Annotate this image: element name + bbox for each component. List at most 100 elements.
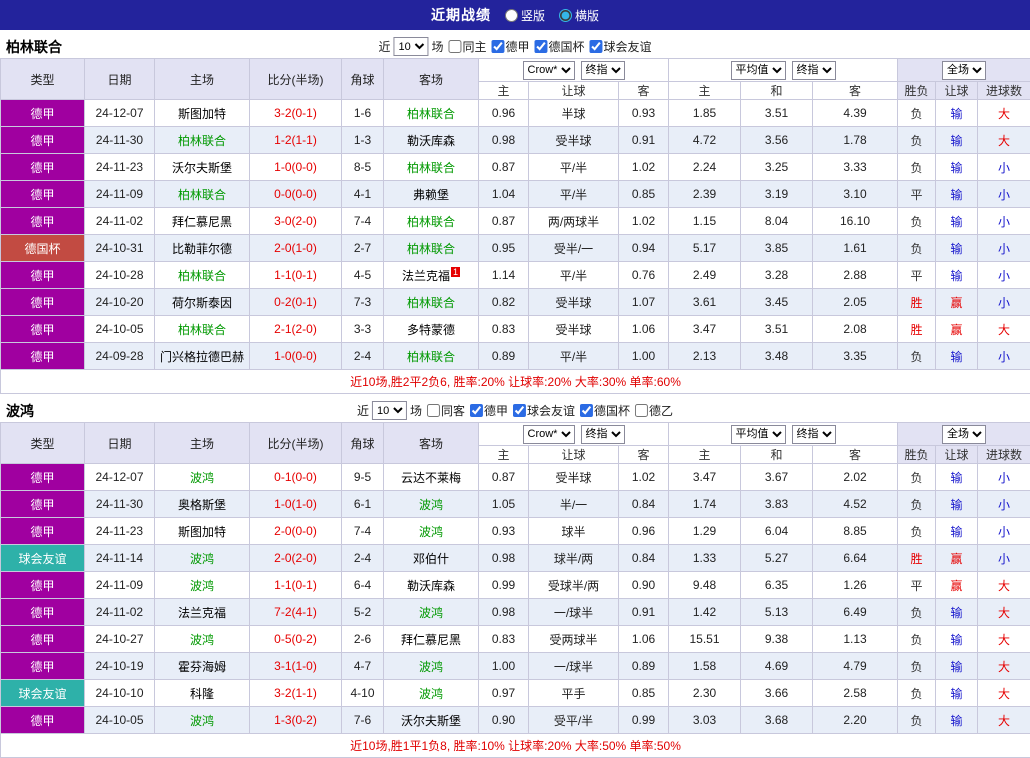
average-select[interactable]: 平均值: [731, 425, 786, 444]
scope-select[interactable]: 全场: [942, 425, 986, 444]
score[interactable]: 2-0(1-0): [250, 235, 342, 262]
away-team[interactable]: 波鸿: [384, 518, 479, 545]
home-team[interactable]: 柏林联合: [155, 316, 250, 343]
result-handicap: 输: [936, 181, 978, 208]
filter-check-label: 球会友谊: [527, 402, 575, 419]
scope-select[interactable]: 全场: [942, 61, 986, 80]
filter-check[interactable]: 德国杯: [575, 402, 630, 419]
away-team[interactable]: 法兰克福1: [384, 262, 479, 289]
score[interactable]: 0-5(0-2): [250, 626, 342, 653]
match-count-select[interactable]: 10: [393, 37, 428, 56]
average-select[interactable]: 平均值: [731, 61, 786, 80]
score[interactable]: 0-1(0-0): [250, 464, 342, 491]
average-time-select[interactable]: 终指: [792, 61, 836, 80]
filter-check[interactable]: 德国杯: [530, 38, 585, 55]
home-team[interactable]: 门兴格拉德巴赫: [155, 343, 250, 370]
filter-check[interactable]: 同主: [443, 38, 486, 55]
score[interactable]: 1-1(0-1): [250, 572, 342, 599]
score[interactable]: 3-2(1-1): [250, 680, 342, 707]
filter-checkbox[interactable]: [470, 404, 483, 417]
horizontal-radio-input[interactable]: [559, 9, 572, 22]
away-team[interactable]: 柏林联合: [384, 235, 479, 262]
home-team[interactable]: 柏林联合: [155, 127, 250, 154]
home-team[interactable]: 沃尔夫斯堡: [155, 154, 250, 181]
score[interactable]: 1-3(0-2): [250, 707, 342, 734]
home-team[interactable]: 斯图加特: [155, 518, 250, 545]
score[interactable]: 0-2(0-1): [250, 289, 342, 316]
score[interactable]: 7-2(4-1): [250, 599, 342, 626]
filter-checkbox[interactable]: [580, 404, 593, 417]
filter-checkbox[interactable]: [590, 40, 603, 53]
home-team[interactable]: 荷尔斯泰因: [155, 289, 250, 316]
away-team[interactable]: 柏林联合: [384, 289, 479, 316]
score[interactable]: 1-0(1-0): [250, 491, 342, 518]
filter-check[interactable]: 德甲: [465, 402, 508, 419]
home-team[interactable]: 斯图加特: [155, 100, 250, 127]
away-team[interactable]: 云达不莱梅: [384, 464, 479, 491]
away-team[interactable]: 拜仁慕尼黑: [384, 626, 479, 653]
home-team[interactable]: 波鸿: [155, 707, 250, 734]
match-count-select[interactable]: 10: [372, 401, 407, 420]
handicap-odds-away: 1.02: [619, 464, 669, 491]
away-team[interactable]: 沃尔夫斯堡: [384, 707, 479, 734]
home-team[interactable]: 柏林联合: [155, 181, 250, 208]
filter-checkbox[interactable]: [427, 404, 440, 417]
match-row: 德国杯24-10-31比勒菲尔德2-0(1-0)2-7柏林联合0.95受半/一0…: [1, 235, 1030, 262]
odds-time-select[interactable]: 终指: [581, 61, 625, 80]
away-team[interactable]: 勒沃库森: [384, 572, 479, 599]
away-team[interactable]: 波鸿: [384, 653, 479, 680]
filter-checkbox[interactable]: [448, 40, 461, 53]
layout-radio-vertical[interactable]: 竖版: [505, 7, 545, 24]
away-team[interactable]: 弗赖堡: [384, 181, 479, 208]
score[interactable]: 3-0(2-0): [250, 208, 342, 235]
filter-checkbox[interactable]: [513, 404, 526, 417]
away-team[interactable]: 柏林联合: [384, 100, 479, 127]
away-team[interactable]: 柏林联合: [384, 343, 479, 370]
filter-check[interactable]: 同客: [422, 402, 465, 419]
home-team[interactable]: 霍芬海姆: [155, 653, 250, 680]
score[interactable]: 1-0(0-0): [250, 343, 342, 370]
home-team[interactable]: 波鸿: [155, 464, 250, 491]
filter-check[interactable]: 球会友谊: [585, 38, 652, 55]
away-team[interactable]: 波鸿: [384, 491, 479, 518]
vertical-radio-input[interactable]: [505, 9, 518, 22]
away-team[interactable]: 波鸿: [384, 599, 479, 626]
home-team[interactable]: 拜仁慕尼黑: [155, 208, 250, 235]
layout-radio-horizontal[interactable]: 横版: [559, 7, 599, 24]
bookmaker-select[interactable]: Crow*: [523, 61, 575, 80]
home-team[interactable]: 比勒菲尔德: [155, 235, 250, 262]
score[interactable]: 3-1(1-0): [250, 653, 342, 680]
filter-check[interactable]: 球会友谊: [508, 402, 575, 419]
filter-check[interactable]: 德乙: [630, 402, 673, 419]
filter-checkbox[interactable]: [492, 40, 505, 53]
filter-checkbox[interactable]: [535, 40, 548, 53]
away-team[interactable]: 多特蒙德: [384, 316, 479, 343]
score[interactable]: 1-2(1-1): [250, 127, 342, 154]
away-team[interactable]: 柏林联合: [384, 154, 479, 181]
handicap-odds-away: 1.06: [619, 626, 669, 653]
score[interactable]: 1-1(0-1): [250, 262, 342, 289]
home-team[interactable]: 柏林联合: [155, 262, 250, 289]
home-team[interactable]: 奥格斯堡: [155, 491, 250, 518]
home-team[interactable]: 波鸿: [155, 626, 250, 653]
score[interactable]: 2-0(0-0): [250, 518, 342, 545]
home-team[interactable]: 波鸿: [155, 545, 250, 572]
bookmaker-select[interactable]: Crow*: [523, 425, 575, 444]
home-team[interactable]: 科隆: [155, 680, 250, 707]
home-team[interactable]: 法兰克福: [155, 599, 250, 626]
away-team[interactable]: 勒沃库森: [384, 127, 479, 154]
score[interactable]: 2-1(2-0): [250, 316, 342, 343]
average-time-select[interactable]: 终指: [792, 425, 836, 444]
sub-col-header: 主: [669, 82, 741, 100]
home-team[interactable]: 波鸿: [155, 572, 250, 599]
score[interactable]: 1-0(0-0): [250, 154, 342, 181]
score[interactable]: 2-0(2-0): [250, 545, 342, 572]
odds-time-select[interactable]: 终指: [581, 425, 625, 444]
score[interactable]: 3-2(0-1): [250, 100, 342, 127]
filter-check[interactable]: 德甲: [487, 38, 530, 55]
away-team[interactable]: 柏林联合: [384, 208, 479, 235]
score[interactable]: 0-0(0-0): [250, 181, 342, 208]
away-team[interactable]: 波鸿: [384, 680, 479, 707]
filter-checkbox[interactable]: [635, 404, 648, 417]
away-team[interactable]: 邓伯什: [384, 545, 479, 572]
